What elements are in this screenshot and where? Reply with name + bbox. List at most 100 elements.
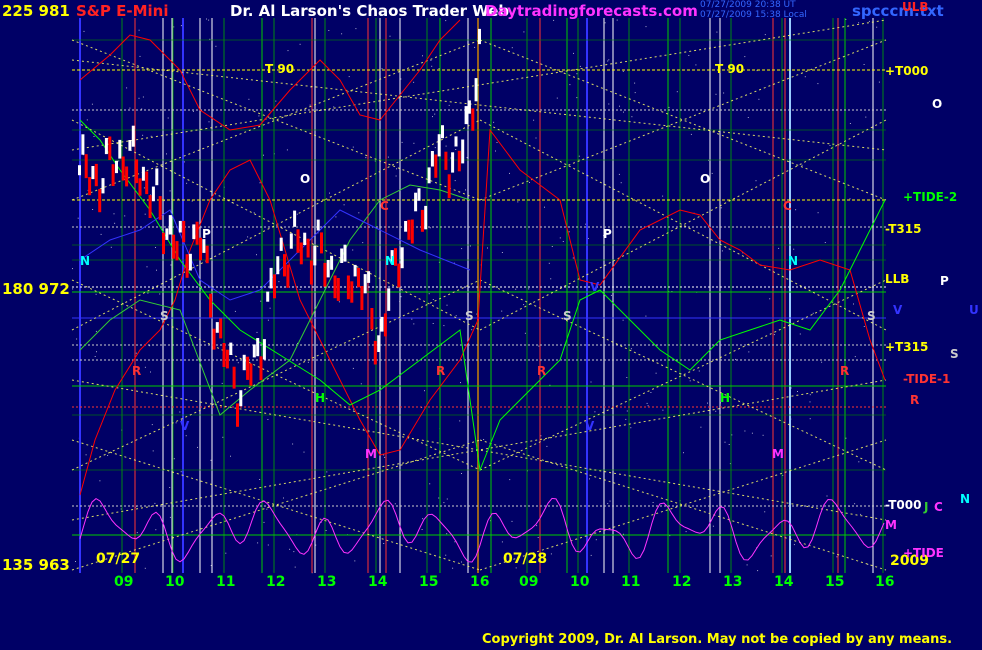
star-dot — [793, 544, 795, 546]
star-dot — [92, 209, 94, 210]
star-dot — [650, 392, 652, 393]
star-dot — [434, 147, 436, 149]
star-dot — [858, 22, 860, 24]
price-bar — [81, 134, 85, 155]
star-dot — [634, 92, 636, 94]
star-dot — [299, 43, 301, 45]
star-dot — [795, 209, 797, 211]
star-dot — [809, 394, 811, 396]
star-dot — [455, 149, 457, 150]
chart-marker: V — [585, 419, 595, 433]
right-level-label: +T000 — [885, 64, 929, 78]
star-dot — [538, 345, 540, 347]
star-dot — [325, 530, 327, 531]
star-dot — [93, 136, 95, 137]
price-bar — [454, 136, 458, 147]
star-dot — [700, 426, 702, 428]
star-dot — [853, 303, 854, 305]
star-dot — [328, 30, 330, 31]
price-bar — [266, 291, 270, 302]
star-dot — [589, 478, 590, 480]
star-dot — [630, 348, 632, 350]
star-dot — [432, 116, 433, 118]
star-dot — [352, 367, 354, 369]
star-dot — [630, 427, 632, 429]
star-dot — [95, 330, 97, 332]
star-dot — [107, 455, 109, 456]
price-bar — [188, 253, 192, 271]
star-dot — [136, 532, 138, 534]
star-dot — [257, 542, 259, 544]
price-bar — [212, 328, 216, 350]
star-dot — [548, 262, 550, 264]
star-dot — [296, 213, 298, 215]
star-dot — [773, 334, 775, 336]
price-bar — [141, 166, 145, 181]
star-dot — [721, 250, 723, 252]
star-dot — [483, 439, 485, 440]
chaos-chart: T 90 T 90 O O P P N N N S S S S C C R R R R H H M M V V V — [71, 18, 887, 574]
price-bar — [246, 356, 250, 380]
star-dot — [263, 521, 265, 523]
chart-marker: O — [700, 172, 710, 186]
star-dot — [208, 19, 210, 21]
price-bar — [346, 275, 350, 300]
chart-marker: V — [590, 280, 600, 294]
price-bar — [357, 267, 360, 288]
star-dot — [573, 52, 574, 54]
right-level-label: M — [885, 518, 897, 532]
price-bar — [370, 308, 374, 330]
right-level-label: +T315 — [885, 340, 929, 354]
price-bar — [209, 293, 213, 318]
price-bar — [202, 239, 206, 253]
star-dot — [152, 450, 154, 452]
star-dot — [676, 91, 678, 93]
star-dot — [183, 161, 185, 163]
chart-marker: M — [772, 447, 784, 461]
star-dot — [770, 555, 772, 557]
right-level-label: S — [950, 347, 959, 361]
chart-marker: S — [160, 309, 169, 323]
timestamp-local: 07/27/2009 15:38 Local — [700, 10, 807, 20]
price-bar — [131, 125, 135, 147]
price-bar — [115, 160, 118, 174]
star-dot — [501, 252, 503, 253]
right-level-label: J — [924, 500, 929, 514]
symbol-title: S&P E-Mini — [76, 2, 169, 20]
star-dot — [192, 110, 194, 112]
price-bar — [252, 344, 256, 358]
star-dot — [142, 134, 144, 136]
star-dot — [698, 370, 700, 372]
star-dot — [652, 502, 654, 503]
price-bar — [414, 192, 418, 212]
star-dot — [715, 93, 717, 95]
site-link[interactable]: Daytradingforecasts.com — [485, 2, 698, 20]
price-bar — [367, 271, 371, 283]
chart-marker: H — [720, 391, 730, 405]
star-dot — [144, 567, 146, 569]
star-dot — [384, 456, 386, 458]
star-dot — [824, 242, 826, 243]
price-bar — [101, 178, 105, 194]
star-dot — [854, 503, 856, 505]
chart-marker: R — [132, 364, 141, 378]
price-bar — [293, 210, 297, 227]
star-dot — [253, 212, 255, 214]
price-bar — [91, 166, 95, 180]
star-dot — [744, 430, 746, 432]
star-dot — [446, 533, 448, 535]
price-bar — [451, 152, 455, 173]
right-level-label: +TIDE-2 — [903, 190, 958, 204]
right-level-label: U — [969, 303, 979, 317]
star-dot — [446, 498, 448, 500]
star-dot — [695, 64, 697, 66]
star-dot — [688, 55, 690, 56]
star-dot — [465, 189, 466, 191]
star-dot — [434, 113, 436, 115]
star-dot — [358, 212, 360, 214]
star-dot — [551, 246, 553, 247]
hour-tick-label: 16 — [875, 574, 895, 590]
price-bar — [128, 140, 132, 151]
price-bar — [283, 254, 286, 277]
star-dot — [544, 206, 545, 208]
